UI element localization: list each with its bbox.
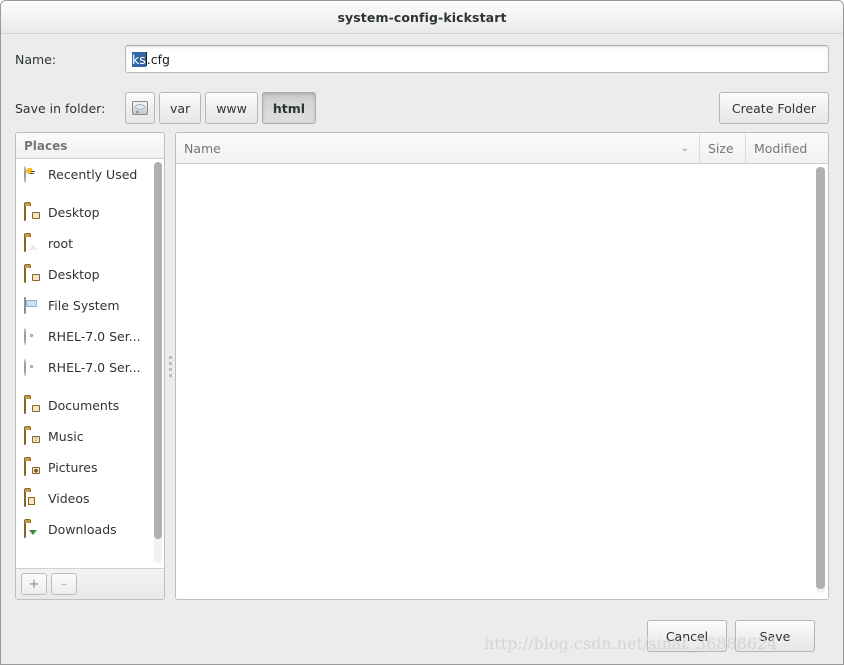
sidebar-item-label: Pictures — [48, 460, 98, 475]
sidebar-item-pictures[interactable]: ● Pictures — [16, 452, 164, 483]
file-list-scrollbar[interactable] — [816, 167, 825, 593]
sidebar-item-label: Videos — [48, 491, 90, 506]
filesystem-icon — [24, 297, 41, 314]
file-browser-pane: Name ⌄ Size Modified — [175, 132, 829, 600]
sidebar-item-downloads[interactable]: Downloads — [16, 514, 164, 545]
sidebar-item-music[interactable]: ♪ Music — [16, 421, 164, 452]
places-sidebar: Places Recently Used Desktop root Deskto… — [15, 132, 165, 600]
name-row: Name: ks .cfg — [15, 34, 829, 84]
sidebar-item-label: RHEL-7.0 Ser... — [48, 360, 141, 375]
path-button-root-drive[interactable] — [125, 92, 155, 124]
folder-icon — [24, 397, 41, 414]
sidebar-item-label: Music — [48, 429, 84, 444]
titlebar: system-config-kickstart — [1, 1, 843, 34]
disc-icon — [24, 328, 41, 345]
sidebar-item-label: Desktop — [48, 267, 100, 282]
save-dialog-window: system-config-kickstart Name: ks .cfg Sav… — [0, 0, 844, 665]
clock-icon — [24, 166, 41, 183]
action-bar: Cancel Save — [15, 608, 829, 664]
dialog-body: Name: ks .cfg Save in folder: var www htm… — [1, 34, 843, 664]
places-separator — [16, 190, 164, 197]
column-header-modified[interactable]: Modified — [746, 133, 828, 163]
sidebar-item-desktop-2[interactable]: Desktop — [16, 259, 164, 290]
sidebar-item-root[interactable]: root — [16, 228, 164, 259]
sidebar-item-label: Desktop — [48, 205, 100, 220]
folder-icon — [24, 266, 41, 283]
sidebar-item-label: RHEL-7.0 Ser... — [48, 329, 141, 344]
sidebar-item-videos[interactable]: Videos — [16, 483, 164, 514]
filename-rest-text: .cfg — [146, 51, 170, 67]
sidebar-scrollbar[interactable] — [154, 162, 162, 563]
panes: Places Recently Used Desktop root Deskto… — [15, 132, 829, 608]
sidebar-item-rhel-disc-2[interactable]: RHEL-7.0 Ser... — [16, 352, 164, 383]
drive-icon — [132, 101, 148, 115]
sidebar-item-label: Documents — [48, 398, 120, 413]
filename-input[interactable]: ks .cfg — [125, 45, 829, 73]
path-button-www[interactable]: www — [205, 92, 258, 124]
sidebar-item-label: root — [48, 236, 74, 251]
sidebar-item-label: Downloads — [48, 522, 117, 537]
places-separator — [16, 383, 164, 390]
places-list[interactable]: Recently Used Desktop root Desktop File … — [16, 159, 164, 568]
sidebar-item-label: Recently Used — [48, 167, 138, 182]
splitter-handle-icon — [168, 355, 172, 377]
save-button[interactable]: Save — [735, 620, 815, 652]
add-bookmark-button[interactable]: + — [21, 573, 47, 595]
sidebar-item-label: File System — [48, 298, 120, 313]
places-footer: + – — [16, 568, 164, 599]
cancel-button[interactable]: Cancel — [647, 620, 727, 652]
filename-selected-text: ks — [132, 51, 146, 67]
name-label: Name: — [15, 51, 57, 67]
path-button-var[interactable]: var — [159, 92, 202, 124]
disc-icon — [24, 359, 41, 376]
chevron-down-icon: ⌄ — [680, 142, 689, 154]
sidebar-scrollbar-thumb[interactable] — [154, 162, 162, 539]
file-list[interactable] — [176, 164, 828, 599]
save-in-folder-row: Save in folder: var www html Create Fold… — [15, 84, 829, 132]
sidebar-item-rhel-disc-1[interactable]: RHEL-7.0 Ser... — [16, 321, 164, 352]
sidebar-item-file-system[interactable]: File System — [16, 290, 164, 321]
remove-bookmark-button: – — [51, 573, 77, 595]
path-breadcrumb: var www html — [125, 92, 719, 124]
window-title: system-config-kickstart — [337, 9, 507, 25]
home-folder-icon — [24, 235, 41, 252]
sidebar-item-recently-used[interactable]: Recently Used — [16, 159, 164, 190]
create-folder-button[interactable]: Create Folder — [718, 92, 829, 124]
path-button-html[interactable]: html — [261, 92, 317, 124]
file-list-scrollbar-thumb[interactable] — [816, 167, 825, 589]
save-in-folder-label: Save in folder: — [15, 100, 106, 116]
sidebar-item-desktop[interactable]: Desktop — [16, 197, 164, 228]
column-header-size[interactable]: Size — [700, 133, 746, 163]
places-header: Places — [16, 133, 164, 159]
pictures-folder-icon: ● — [24, 459, 41, 476]
column-header-name[interactable]: Name ⌄ — [176, 133, 700, 163]
file-list-header: Name ⌄ Size Modified — [176, 133, 828, 164]
folder-icon — [24, 204, 41, 221]
downloads-folder-icon — [24, 521, 41, 538]
sidebar-item-documents[interactable]: Documents — [16, 390, 164, 421]
videos-folder-icon — [24, 490, 41, 507]
column-header-name-label: Name — [184, 140, 221, 156]
pane-splitter[interactable] — [165, 132, 175, 600]
music-folder-icon: ♪ — [24, 428, 41, 445]
